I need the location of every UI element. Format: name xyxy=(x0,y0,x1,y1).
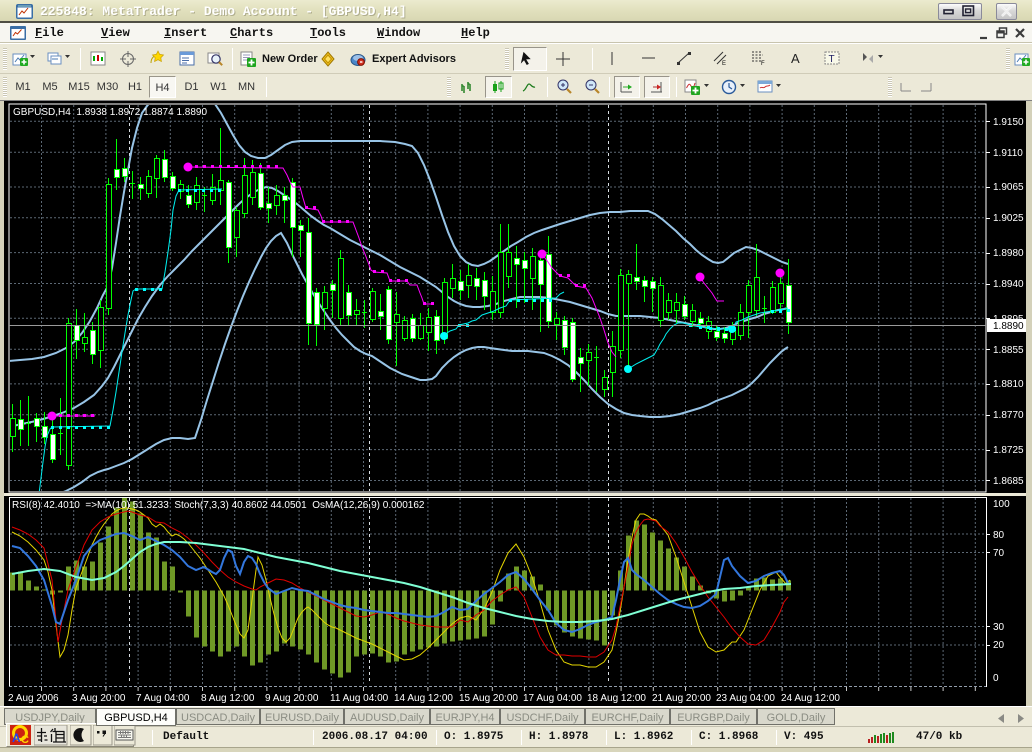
svg-text:17 Aug 04:00: 17 Aug 04:00 xyxy=(523,693,582,704)
svg-text:1.9025: 1.9025 xyxy=(993,213,1024,224)
svg-text:9 Aug 20:00: 9 Aug 20:00 xyxy=(265,693,319,704)
svg-text:E: E xyxy=(722,61,726,67)
svg-text:GBPUSD,H4 1.8938 1.8972 1.887: GBPUSD,H4 1.8938 1.8972 1.8874 1.8890 xyxy=(13,107,207,118)
svg-text:23 Aug 04:00: 23 Aug 04:00 xyxy=(716,693,775,704)
svg-text:1.8855: 1.8855 xyxy=(993,345,1024,356)
svg-text:1.8890: 1.8890 xyxy=(993,321,1024,332)
svg-text:3 Aug 20:00: 3 Aug 20:00 xyxy=(72,693,126,704)
svg-text:80: 80 xyxy=(993,530,1005,541)
svg-text:11 Aug 04:00: 11 Aug 04:00 xyxy=(330,693,389,704)
svg-text:1.8685: 1.8685 xyxy=(993,476,1024,487)
svg-text:C: C xyxy=(21,734,29,746)
svg-text:15 Aug 20:00: 15 Aug 20:00 xyxy=(459,693,518,704)
svg-text:2 Aug 2006: 2 Aug 2006 xyxy=(8,693,59,704)
svg-text:F: F xyxy=(761,61,765,67)
svg-text:1.8725: 1.8725 xyxy=(993,445,1024,456)
svg-text:1.8940: 1.8940 xyxy=(993,279,1024,290)
svg-text:0: 0 xyxy=(993,673,999,684)
svg-text:18 Aug 12:00: 18 Aug 12:00 xyxy=(587,693,646,704)
svg-text:1.8770: 1.8770 xyxy=(993,410,1024,421)
svg-text:30: 30 xyxy=(993,622,1005,633)
svg-text:T: T xyxy=(829,54,835,65)
svg-text:1.9110: 1.9110 xyxy=(993,148,1023,159)
svg-text:8 Aug 12:00: 8 Aug 12:00 xyxy=(201,693,255,704)
svg-text:24 Aug 12:00: 24 Aug 12:00 xyxy=(781,693,840,704)
svg-text:1.9150: 1.9150 xyxy=(993,117,1024,128)
svg-text:A: A xyxy=(791,51,800,66)
svg-text:1.8980: 1.8980 xyxy=(993,248,1024,259)
svg-text:70: 70 xyxy=(993,548,1005,559)
svg-text:14 Aug 12:00: 14 Aug 12:00 xyxy=(394,693,453,704)
svg-text:100: 100 xyxy=(993,499,1010,510)
svg-text:1.8810: 1.8810 xyxy=(993,379,1024,390)
svg-text:A: A xyxy=(12,731,21,745)
svg-text:RSI(8) 42.4010 =>MA(10) 51.32: RSI(8) 42.4010 =>MA(10) 51.3233 Stoch(7,… xyxy=(12,500,425,511)
svg-text:7 Aug 04:00: 7 Aug 04:00 xyxy=(136,693,190,704)
svg-text:21 Aug 20:00: 21 Aug 20:00 xyxy=(652,693,711,704)
svg-text:20: 20 xyxy=(993,640,1005,651)
svg-text:1.9065: 1.9065 xyxy=(993,182,1024,193)
